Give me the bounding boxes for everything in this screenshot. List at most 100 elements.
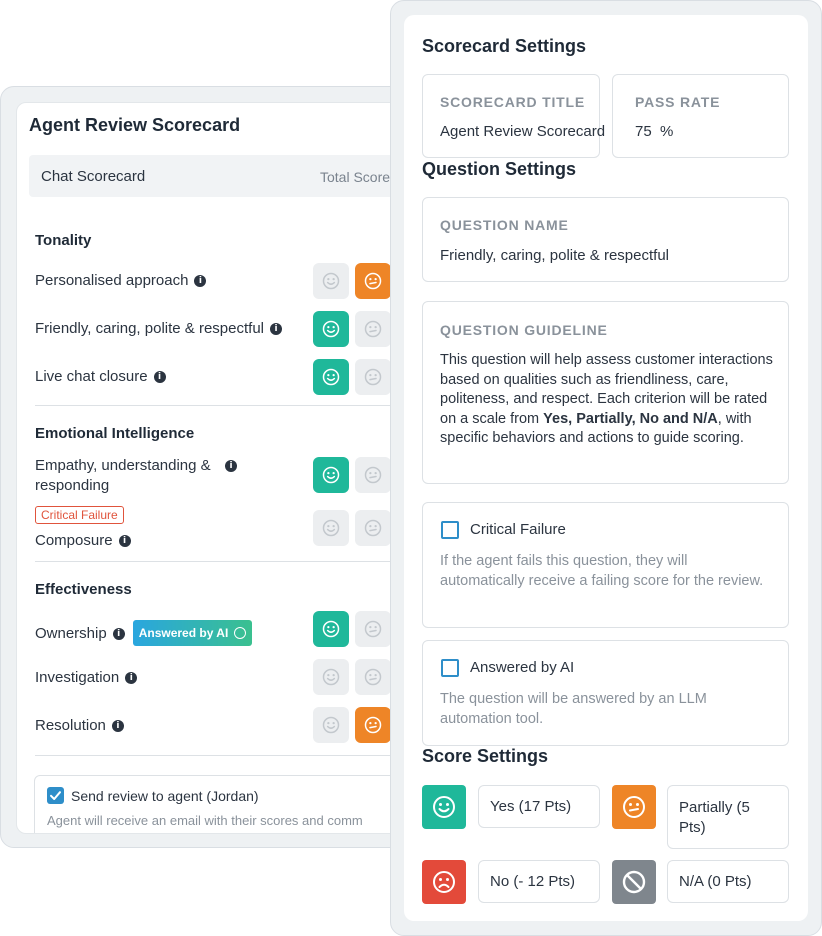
checkmark-icon xyxy=(50,791,61,800)
question-text: Friendly, caring, polite & respectful xyxy=(35,320,264,337)
question-text: Investigation xyxy=(35,669,120,686)
neutral-face-icon xyxy=(364,466,382,484)
section-title-emotional-intelligence: Emotional Intelligence xyxy=(35,425,195,442)
answered-by-ai-badge: Answered by AI xyxy=(132,620,253,646)
divider xyxy=(35,561,415,562)
neutral-face-icon xyxy=(364,519,382,537)
score-yes-button[interactable] xyxy=(313,707,349,743)
neutral-face-icon xyxy=(364,668,382,686)
info-icon[interactable]: i xyxy=(112,628,125,640)
score-yes-field[interactable]: Yes (17 Pts) xyxy=(478,785,600,828)
pass-rate-field[interactable]: PASS RATE 75 % xyxy=(612,74,789,158)
question-name-value: Friendly, caring, polite & respectful xyxy=(440,247,669,264)
scorecard-title-caption: SCORECARD TITLE xyxy=(440,94,585,110)
score-na-swatch[interactable] xyxy=(612,860,656,904)
agent-review-card: Agent Review Scorecard Chat Scorecard To… xyxy=(0,86,420,848)
answered-by-ai-description: The question will be answered by an LLM … xyxy=(440,691,707,727)
smile-icon xyxy=(322,466,340,484)
smile-icon xyxy=(322,620,340,638)
prohibited-icon xyxy=(622,870,646,894)
score-partially-field[interactable]: Partially (5 Pts) xyxy=(667,785,789,849)
score-settings-title: Score Settings xyxy=(422,746,549,766)
info-icon[interactable]: i xyxy=(194,275,207,287)
section-title-effectiveness: Effectiveness xyxy=(35,581,132,598)
score-partially-button[interactable] xyxy=(355,611,391,647)
page-title: Agent Review Scorecard xyxy=(29,115,241,135)
agent-review-panel: Agent Review Scorecard Chat Scorecard To… xyxy=(16,102,416,834)
question-name-field[interactable]: QUESTION NAME Friendly, caring, polite &… xyxy=(422,197,789,282)
question-settings-title: Question Settings xyxy=(422,159,583,180)
info-icon[interactable]: i xyxy=(270,323,282,335)
answered-by-ai-badge-label: Answered by AI xyxy=(138,626,229,640)
score-yes-button[interactable] xyxy=(313,659,349,695)
score-yes-swatch[interactable] xyxy=(422,785,466,829)
score-no-field[interactable]: No (- 12 Pts) xyxy=(478,860,600,903)
neutral-face-icon xyxy=(364,272,382,290)
score-yes-button[interactable] xyxy=(313,510,349,546)
score-partially-swatch[interactable] xyxy=(612,785,656,829)
score-partially-button[interactable] xyxy=(355,510,391,546)
info-icon[interactable]: i xyxy=(225,460,237,472)
question-name-caption: QUESTION NAME xyxy=(440,217,569,233)
frown-icon xyxy=(432,870,456,894)
scorecard-title-field[interactable]: SCORECARD TITLE Agent Review Scorecard xyxy=(422,74,605,158)
scorecard-settings-panel: Scorecard Settings SCORECARD TITLE Agent… xyxy=(404,15,808,921)
score-partially-button[interactable] xyxy=(355,457,391,493)
smile-icon xyxy=(322,272,340,290)
send-review-option: Send review to agent (Jordan) Agent will… xyxy=(34,775,415,833)
score-no-swatch[interactable] xyxy=(422,860,466,904)
question-label: Personalised approach i xyxy=(35,271,207,291)
score-partially-button[interactable] xyxy=(355,311,391,347)
neutral-face-icon xyxy=(364,716,382,734)
question-guideline-field[interactable]: QUESTION GUIDELINE This question will he… xyxy=(422,301,789,484)
question-guideline-text: This question will help assess customer … xyxy=(440,351,780,449)
score-yes-button[interactable] xyxy=(313,359,349,395)
info-icon[interactable]: i xyxy=(125,672,138,684)
smile-icon xyxy=(322,368,340,386)
neutral-face-icon xyxy=(364,368,382,386)
section-title-tonality: Tonality xyxy=(35,232,92,249)
critical-failure-tag: Critical Failure xyxy=(35,506,124,524)
critical-failure-description: If the agent fails this question, they w… xyxy=(440,553,764,589)
neutral-face-icon xyxy=(364,320,382,338)
send-review-description: Agent will receive an email with their s… xyxy=(47,813,363,828)
score-yes-button[interactable] xyxy=(313,263,349,299)
question-text: Ownership xyxy=(35,625,107,642)
question-label: Resolution i xyxy=(35,716,124,736)
smile-icon xyxy=(322,519,340,537)
divider xyxy=(35,755,415,756)
question-text: Live chat closure xyxy=(35,368,148,385)
score-partially-button[interactable] xyxy=(355,263,391,299)
chat-scorecard-header: Chat Scorecard Total Score xyxy=(29,155,415,197)
neutral-face-icon xyxy=(364,620,382,638)
critical-failure-option: Critical Failure If the agent fails this… xyxy=(422,502,789,628)
answered-by-ai-checkbox[interactable] xyxy=(441,659,459,677)
neutral-face-icon xyxy=(622,795,646,819)
info-icon[interactable]: i xyxy=(153,371,166,383)
scorecard-settings-card: Scorecard Settings SCORECARD TITLE Agent… xyxy=(390,0,822,936)
score-na-field[interactable]: N/A (0 Pts) xyxy=(667,860,789,903)
score-partially-button[interactable] xyxy=(355,359,391,395)
answered-by-ai-option: Answered by AI The question will be answ… xyxy=(422,640,789,746)
divider xyxy=(35,405,415,406)
settings-title: Scorecard Settings xyxy=(422,36,587,56)
info-icon[interactable]: i xyxy=(118,535,131,547)
score-partially-button[interactable] xyxy=(355,659,391,695)
question-label: Ownership i Answered by AI xyxy=(35,620,253,646)
score-yes-button[interactable] xyxy=(313,311,349,347)
chat-scorecard-label: Chat Scorecard xyxy=(41,168,146,185)
question-text: Resolution xyxy=(35,717,106,734)
question-label: Live chat closure i xyxy=(35,367,166,387)
question-text: Composure xyxy=(35,532,113,549)
guideline-scale-options: Yes, Partially, No and N/A xyxy=(543,410,718,427)
smile-icon xyxy=(322,320,340,338)
smile-icon xyxy=(322,668,340,686)
ai-chip-icon xyxy=(234,627,247,639)
critical-failure-checkbox[interactable] xyxy=(441,521,459,539)
score-yes-button[interactable] xyxy=(313,611,349,647)
send-review-checkbox[interactable] xyxy=(47,787,64,804)
score-partially-button[interactable] xyxy=(355,707,391,743)
pass-rate-caption: PASS RATE xyxy=(635,94,721,110)
score-yes-button[interactable] xyxy=(313,457,349,493)
info-icon[interactable]: i xyxy=(111,720,124,732)
